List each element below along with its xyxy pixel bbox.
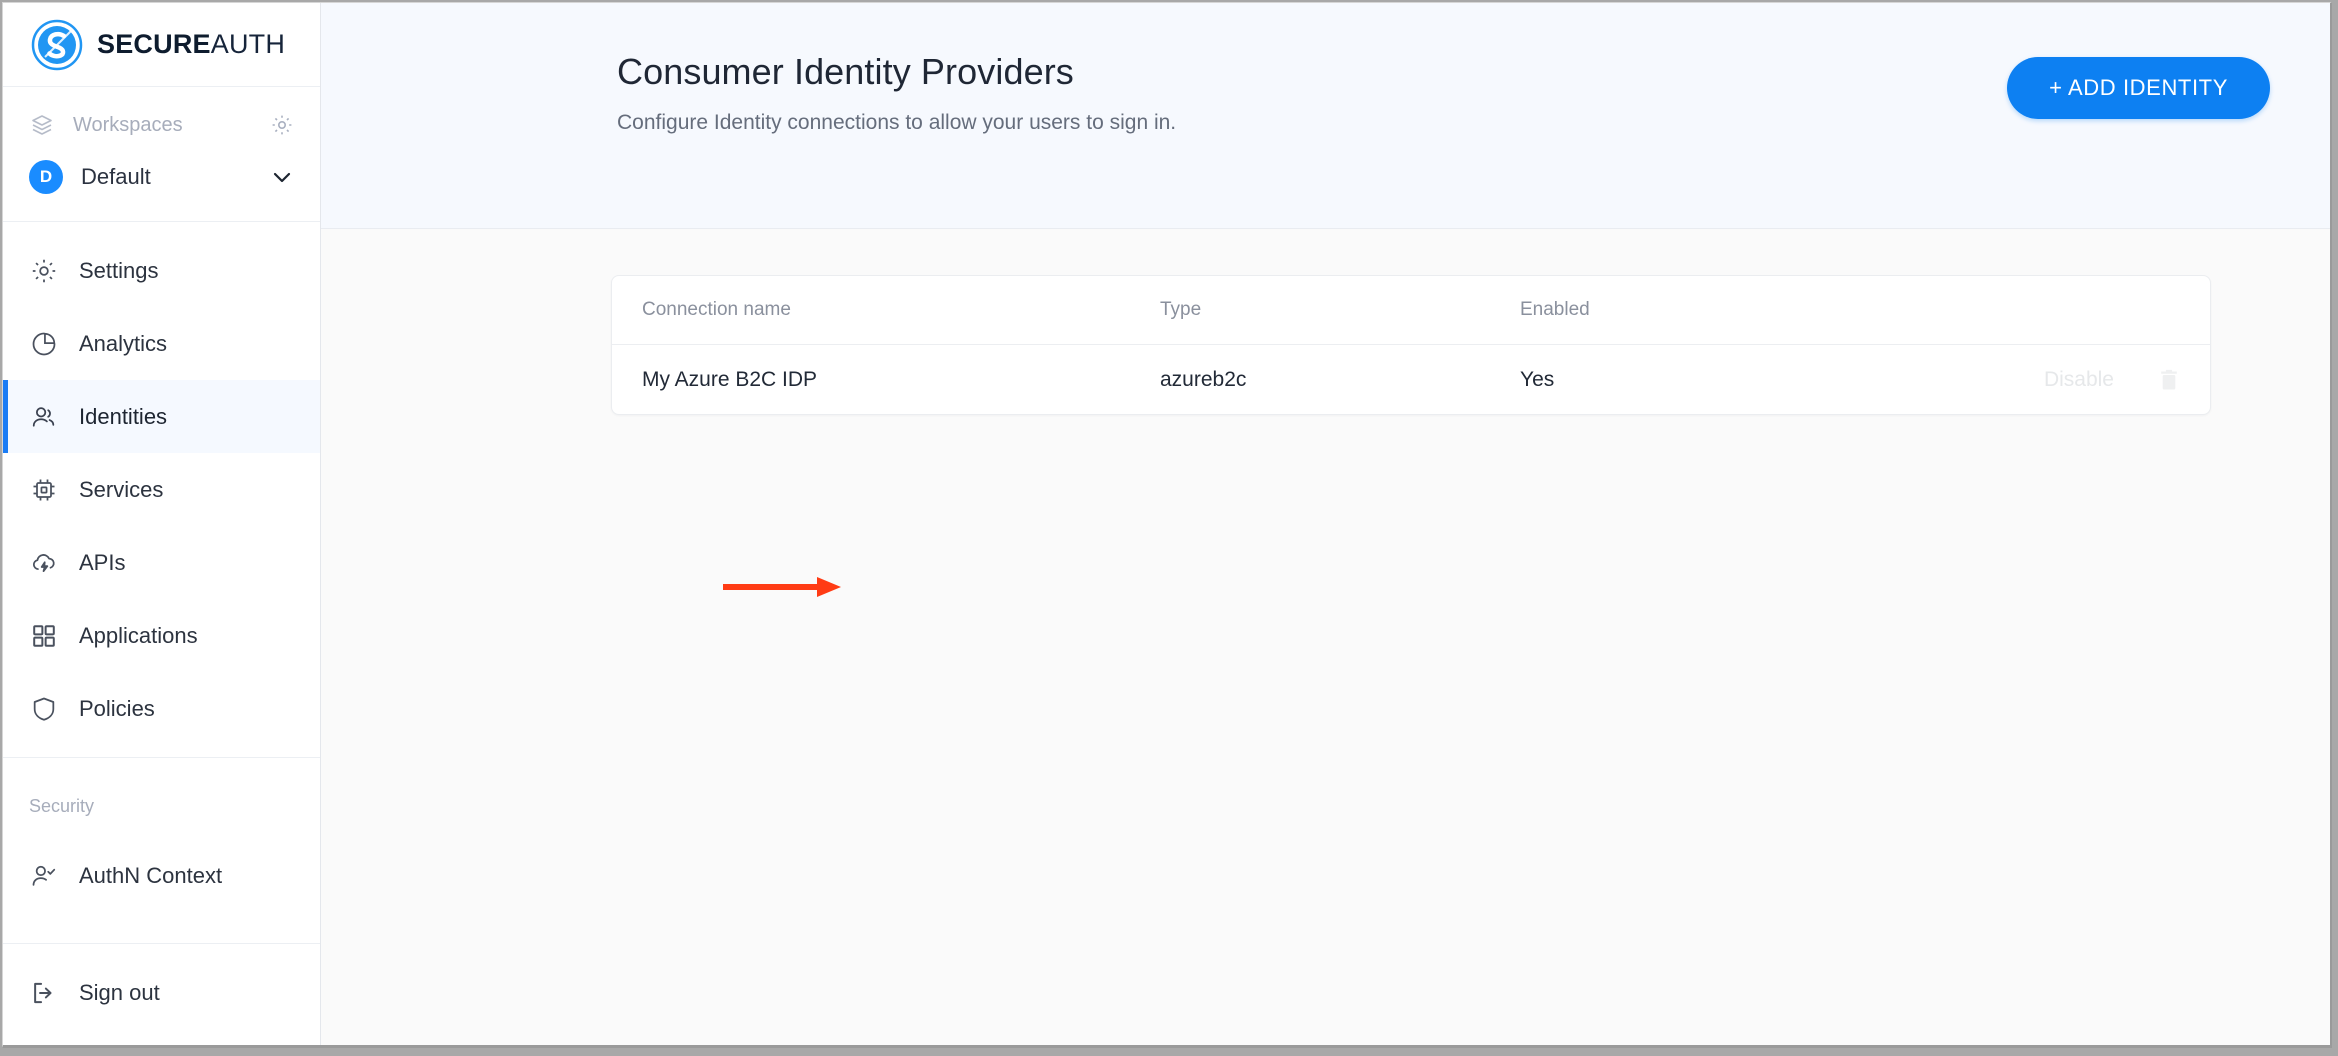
trash-icon[interactable] — [2156, 365, 2182, 395]
sidebar-item-settings[interactable]: Settings — [3, 234, 320, 307]
page-title: Consumer Identity Providers — [617, 51, 1074, 92]
table-row[interactable]: My Azure B2C IDP azureb2c Yes Disable — [612, 345, 2210, 414]
application-window: SECUREAUTH Workspaces D Default Settings… — [2, 2, 2332, 1048]
security-navigation: Security AuthN Context — [3, 758, 320, 943]
sidebar-item-label: Analytics — [79, 330, 168, 356]
cloud-bolt-icon — [29, 548, 59, 578]
cell-type: azureb2c — [1160, 367, 1247, 391]
avatar: D — [29, 160, 63, 194]
security-section-title: Security — [29, 796, 95, 816]
sidebar-item-apis[interactable]: APIs — [3, 526, 320, 599]
workspaces-block: Workspaces D Default — [3, 87, 320, 222]
sidebar-item-services[interactable]: Services — [3, 453, 320, 526]
layers-icon — [29, 112, 55, 138]
cell-connection-name: My Azure B2C IDP — [642, 367, 818, 391]
sidebar-item-label: Policies — [79, 695, 155, 721]
brand-name-light: AUTH — [210, 29, 286, 59]
brand-name-bold: SECURE — [97, 29, 211, 59]
sidebar: SECUREAUTH Workspaces D Default Settings… — [3, 3, 321, 1045]
sidebar-item-authn-context[interactable]: AuthN Context — [3, 839, 320, 912]
page-header-text: Consumer Identity Providers Configure Id… — [617, 51, 1176, 135]
brand-header[interactable]: SECUREAUTH — [3, 3, 320, 87]
sign-out-icon — [29, 978, 59, 1008]
table-header-row: Connection name Type Enabled — [612, 276, 2210, 345]
right-arrow-annotation — [723, 577, 841, 597]
cell-enabled: Yes — [1520, 367, 1555, 391]
sidebar-item-label: Applications — [79, 622, 198, 648]
sidebar-item-label: Sign out — [79, 979, 160, 1005]
users-icon — [29, 402, 59, 432]
sidebar-item-label: Identities — [79, 403, 168, 429]
user-check-icon — [29, 861, 59, 891]
column-header-connection-name: Connection name — [642, 299, 791, 320]
gear-icon — [29, 256, 59, 286]
primary-navigation: Settings Analytics Identities Services A… — [3, 222, 320, 758]
disable-button[interactable]: Disable — [2044, 368, 2114, 392]
sidebar-item-label: APIs — [79, 549, 126, 575]
workspaces-row: Workspaces — [3, 101, 320, 149]
sidebar-item-sign-out[interactable]: Sign out — [3, 956, 320, 1029]
column-header-enabled: Enabled — [1520, 299, 1590, 320]
chip-icon — [29, 475, 59, 505]
main-content: Consumer Identity Providers Configure Id… — [321, 3, 2330, 1045]
brand-name: SECUREAUTH — [97, 29, 285, 60]
pie-chart-icon — [29, 329, 59, 359]
sidebar-item-label: Services — [79, 476, 164, 502]
signout-block: Sign out — [3, 943, 320, 1045]
page-header: Consumer Identity Providers Configure Id… — [321, 3, 2330, 229]
content-area: Connection name Type Enabled My Azure B2… — [321, 229, 2330, 1045]
sidebar-item-applications[interactable]: Applications — [3, 599, 320, 672]
sidebar-item-label: Settings — [79, 257, 159, 283]
grid-squares-icon — [29, 621, 59, 651]
sidebar-item-label: AuthN Context — [79, 862, 223, 888]
page-subtitle: Configure Identity connections to allow … — [617, 111, 1177, 134]
secureauth-s-logo-icon — [29, 17, 85, 73]
column-header-type: Type — [1160, 299, 1202, 320]
workspaces-label: Workspaces — [73, 113, 183, 136]
workspace-selector[interactable]: D Default — [3, 149, 320, 205]
chevron-down-icon[interactable] — [270, 165, 294, 189]
sidebar-item-identities[interactable]: Identities — [3, 380, 320, 453]
identity-providers-table: Connection name Type Enabled My Azure B2… — [611, 275, 2211, 415]
sidebar-item-policies[interactable]: Policies — [3, 672, 320, 745]
workspace-name: Default — [81, 164, 151, 189]
row-actions: Disable — [1900, 365, 2210, 395]
add-identity-button[interactable]: + ADD IDENTITY — [2007, 57, 2270, 119]
gear-icon[interactable] — [270, 113, 294, 137]
sidebar-item-analytics[interactable]: Analytics — [3, 307, 320, 380]
shield-icon — [29, 694, 59, 724]
